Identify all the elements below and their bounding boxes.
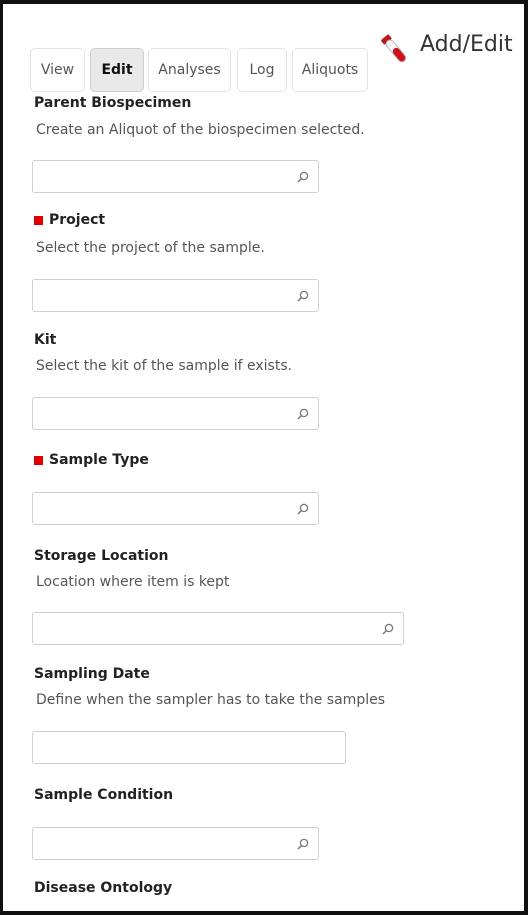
search-icon[interactable]: [381, 622, 395, 636]
search-icon[interactable]: [296, 502, 310, 516]
project-description: Select the project of the sample.: [36, 240, 265, 256]
storage-location-input[interactable]: [32, 612, 404, 645]
parent-biospecimen-description: Create an Aliquot of the biospecimen sel…: [36, 122, 365, 138]
required-marker: [34, 455, 43, 465]
search-icon[interactable]: [296, 407, 310, 421]
kit-input[interactable]: [32, 397, 319, 430]
sampling-date-description: Define when the sampler has to take the …: [36, 692, 386, 708]
kit-description: Select the kit of the sample if exists.: [36, 358, 293, 374]
project-input[interactable]: [32, 279, 319, 312]
storage-location-description: Location where item is kept: [36, 574, 230, 590]
search-icon[interactable]: [296, 837, 310, 851]
sampling-date-label: Sampling Date: [34, 666, 150, 682]
project-label: Project: [34, 212, 105, 228]
sample-type-input[interactable]: [32, 492, 319, 525]
tab-log[interactable]: Log: [237, 48, 287, 92]
kit-label: Kit: [34, 332, 57, 348]
tab-edit[interactable]: Edit: [90, 48, 144, 92]
sample-condition-label: Sample Condition: [34, 787, 174, 803]
tab-aliquots[interactable]: Aliquots: [292, 48, 368, 92]
form-panel: View Edit Analyses Log Aliquots Add/Edit…: [0, 0, 528, 915]
search-icon[interactable]: [296, 289, 310, 303]
page-title: Add/Edit: [420, 32, 513, 57]
parent-biospecimen-label: Parent Biospecimen: [34, 95, 192, 111]
tab-analyses[interactable]: Analyses: [148, 48, 231, 92]
disease-ontology-label: Disease Ontology: [34, 880, 173, 896]
required-marker: [34, 215, 43, 225]
sample-type-label-text: Sample Type: [49, 452, 149, 468]
sample-type-label: Sample Type: [34, 452, 149, 468]
parent-biospecimen-input[interactable]: [32, 160, 319, 193]
sampling-date-input[interactable]: [32, 731, 346, 764]
sample-condition-input[interactable]: [32, 827, 319, 860]
tab-view[interactable]: View: [30, 48, 85, 92]
project-label-text: Project: [49, 212, 106, 228]
storage-location-label: Storage Location: [34, 548, 169, 564]
search-icon[interactable]: [296, 170, 310, 184]
test-tube-icon: [381, 34, 407, 63]
